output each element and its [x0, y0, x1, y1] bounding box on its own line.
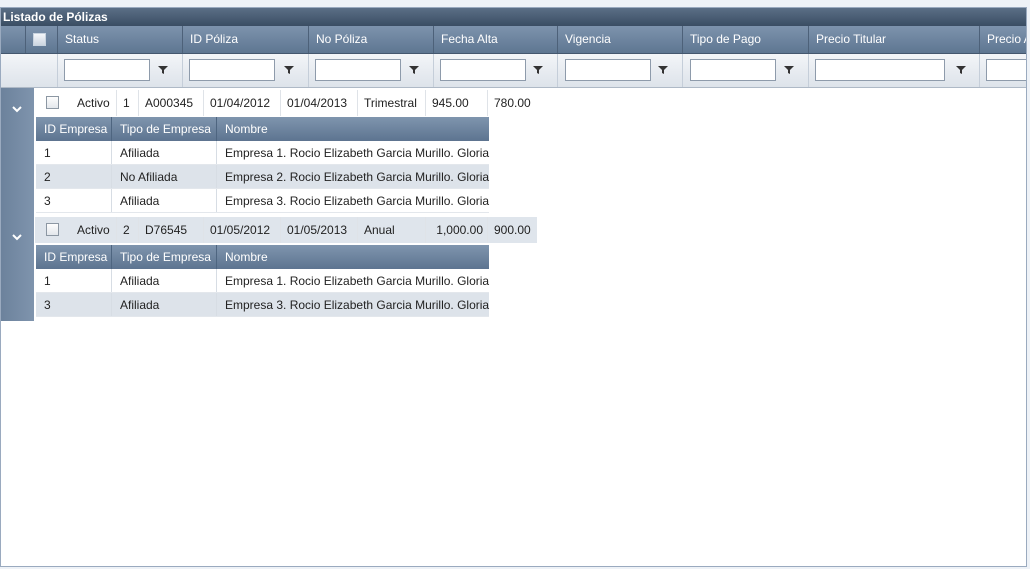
- detail-cell-tipo: No Afiliada: [112, 165, 217, 188]
- detail-cell-tipo: Afiliada: [112, 189, 217, 212]
- panel-title: Listado de Pólizas: [1, 8, 1026, 26]
- cell-tipo-de-pago: Anual: [358, 217, 426, 243]
- detail-cell-nombre: Empresa 1. Rocio Elizabeth Garcia Murill…: [225, 146, 490, 160]
- filter-spacer: [1, 54, 58, 87]
- filter-cell-vigencia: [558, 54, 683, 87]
- filter-input-precio-titular[interactable]: [815, 59, 945, 81]
- detail-cell-id: 3: [36, 189, 112, 212]
- filter-cell-precio-a: [980, 54, 1026, 87]
- row-select-checkbox[interactable]: [46, 96, 59, 109]
- filter-funnel-icon[interactable]: [284, 65, 294, 75]
- column-header-precio-titular[interactable]: Precio Titular: [809, 26, 980, 53]
- detail-cell-id: 1: [36, 141, 112, 164]
- filter-funnel-icon[interactable]: [409, 65, 419, 75]
- detail-cell-nombre: Empresa 1. Rocio Elizabeth Garcia Murill…: [225, 274, 490, 288]
- cell-status: Activo: [71, 90, 117, 116]
- column-header-fecha-alta[interactable]: Fecha Alta: [434, 26, 558, 53]
- detail-header-id-empresa[interactable]: ID Empresa: [36, 117, 112, 141]
- detail-cell-tipo: Afiliada: [112, 293, 217, 316]
- column-header-precio-a[interactable]: Precio A: [980, 26, 1026, 53]
- detail-header-tipo-empresa[interactable]: Tipo de Empresa: [112, 117, 217, 141]
- filter-funnel-icon[interactable]: [658, 65, 668, 75]
- table-row[interactable]: Activo 1 A000345 01/04/2012 01/04/2013 T…: [35, 90, 535, 116]
- cell-status: Activo: [71, 217, 117, 243]
- cell-vigencia: 01/05/2013: [281, 217, 358, 243]
- cell-fecha-alta: 01/05/2012: [204, 217, 281, 243]
- filter-input-status[interactable]: [64, 59, 150, 81]
- filter-cell-no-poliza: [309, 54, 434, 87]
- cell-tipo-de-pago: Trimestral: [358, 90, 426, 116]
- detail-table-1: ID Empresa Tipo de Empresa Nombre 1 Afil…: [36, 117, 489, 213]
- detail-cell-id: 2: [36, 165, 112, 188]
- filter-funnel-icon[interactable]: [956, 65, 966, 75]
- column-header-vigencia[interactable]: Vigencia: [558, 26, 683, 53]
- detail-cell-id: 3: [36, 293, 112, 316]
- detail-cell-tipo: Afiliada: [112, 269, 217, 292]
- column-header-row: Status ID Póliza No Póliza Fecha Alta Vi…: [1, 26, 1026, 54]
- filter-funnel-icon[interactable]: [784, 65, 794, 75]
- filter-cell-fecha-alta: [434, 54, 558, 87]
- filter-input-precio-a[interactable]: [986, 59, 1026, 81]
- column-header-id-poliza[interactable]: ID Póliza: [183, 26, 309, 53]
- filter-input-no-poliza[interactable]: [315, 59, 401, 81]
- cell-precio-titular: 945.00: [426, 90, 488, 116]
- filter-cell-status: [58, 54, 183, 87]
- filter-cell-id-poliza: [183, 54, 309, 87]
- cell-precio-a: 780.00: [494, 96, 531, 110]
- row-select-checkbox[interactable]: [46, 223, 59, 236]
- detail-header-tipo-empresa[interactable]: Tipo de Empresa: [112, 245, 217, 269]
- header-expander-spacer: [1, 26, 26, 53]
- filter-input-vigencia[interactable]: [565, 59, 651, 81]
- detail-row[interactable]: 2 No Afiliada Empresa 2. Rocio Elizabeth…: [36, 165, 489, 189]
- detail-header-nombre[interactable]: Nombre: [217, 117, 489, 141]
- chevron-down-icon[interactable]: [10, 102, 24, 116]
- filter-funnel-icon[interactable]: [533, 65, 543, 75]
- cell-precio-a: 900.00: [494, 223, 531, 237]
- cell-row-number: 1: [117, 90, 139, 116]
- chevron-down-icon[interactable]: [10, 230, 24, 244]
- filter-input-fecha-alta[interactable]: [440, 59, 526, 81]
- filter-funnel-icon[interactable]: [158, 65, 168, 75]
- filter-input-id-poliza[interactable]: [189, 59, 275, 81]
- filter-input-tipo-de-pago[interactable]: [690, 59, 776, 81]
- cell-id-poliza: A000345: [139, 90, 204, 116]
- cell-row-number: 2: [117, 217, 139, 243]
- cell-precio-titular: 1,000.00: [426, 217, 488, 243]
- header-select-all-cell: [26, 26, 58, 53]
- filter-cell-precio-titular: [809, 54, 980, 87]
- column-header-status[interactable]: Status: [58, 26, 183, 53]
- cell-fecha-alta: 01/04/2012: [204, 90, 281, 116]
- detail-row[interactable]: 3 Afiliada Empresa 3. Rocio Elizabeth Ga…: [36, 189, 489, 213]
- column-header-tipo-de-pago[interactable]: Tipo de Pago: [683, 26, 809, 53]
- select-all-checkbox[interactable]: [33, 33, 46, 46]
- filter-cell-tipo-de-pago: [683, 54, 809, 87]
- row-expander-strip: [1, 88, 34, 321]
- cell-id-poliza: D76545: [139, 217, 204, 243]
- detail-header-row: ID Empresa Tipo de Empresa Nombre: [36, 245, 489, 269]
- detail-cell-tipo: Afiliada: [112, 141, 217, 164]
- column-header-no-poliza[interactable]: No Póliza: [309, 26, 434, 53]
- filter-row: [1, 54, 1026, 88]
- detail-header-id-empresa[interactable]: ID Empresa: [36, 245, 112, 269]
- detail-cell-nombre: Empresa 2. Rocio Elizabeth Garcia Murill…: [225, 170, 490, 184]
- cell-vigencia: 01/04/2013: [281, 90, 358, 116]
- detail-cell-id: 1: [36, 269, 112, 292]
- detail-table-2: ID Empresa Tipo de Empresa Nombre 1 Afil…: [36, 245, 489, 317]
- detail-header-row: ID Empresa Tipo de Empresa Nombre: [36, 117, 489, 141]
- detail-row[interactable]: 1 Afiliada Empresa 1. Rocio Elizabeth Ga…: [36, 141, 489, 165]
- detail-header-nombre[interactable]: Nombre: [217, 245, 489, 269]
- detail-row[interactable]: 1 Afiliada Empresa 1. Rocio Elizabeth Ga…: [36, 269, 489, 293]
- detail-cell-nombre: Empresa 3. Rocio Elizabeth Garcia Murill…: [225, 194, 490, 208]
- detail-row[interactable]: 3 Afiliada Empresa 3. Rocio Elizabeth Ga…: [36, 293, 489, 317]
- detail-cell-nombre: Empresa 3. Rocio Elizabeth Garcia Murill…: [225, 298, 490, 312]
- table-row[interactable]: Activo 2 D76545 01/05/2012 01/05/2013 An…: [35, 217, 537, 243]
- polizas-panel: Listado de Pólizas Status ID Póliza No P…: [0, 7, 1027, 567]
